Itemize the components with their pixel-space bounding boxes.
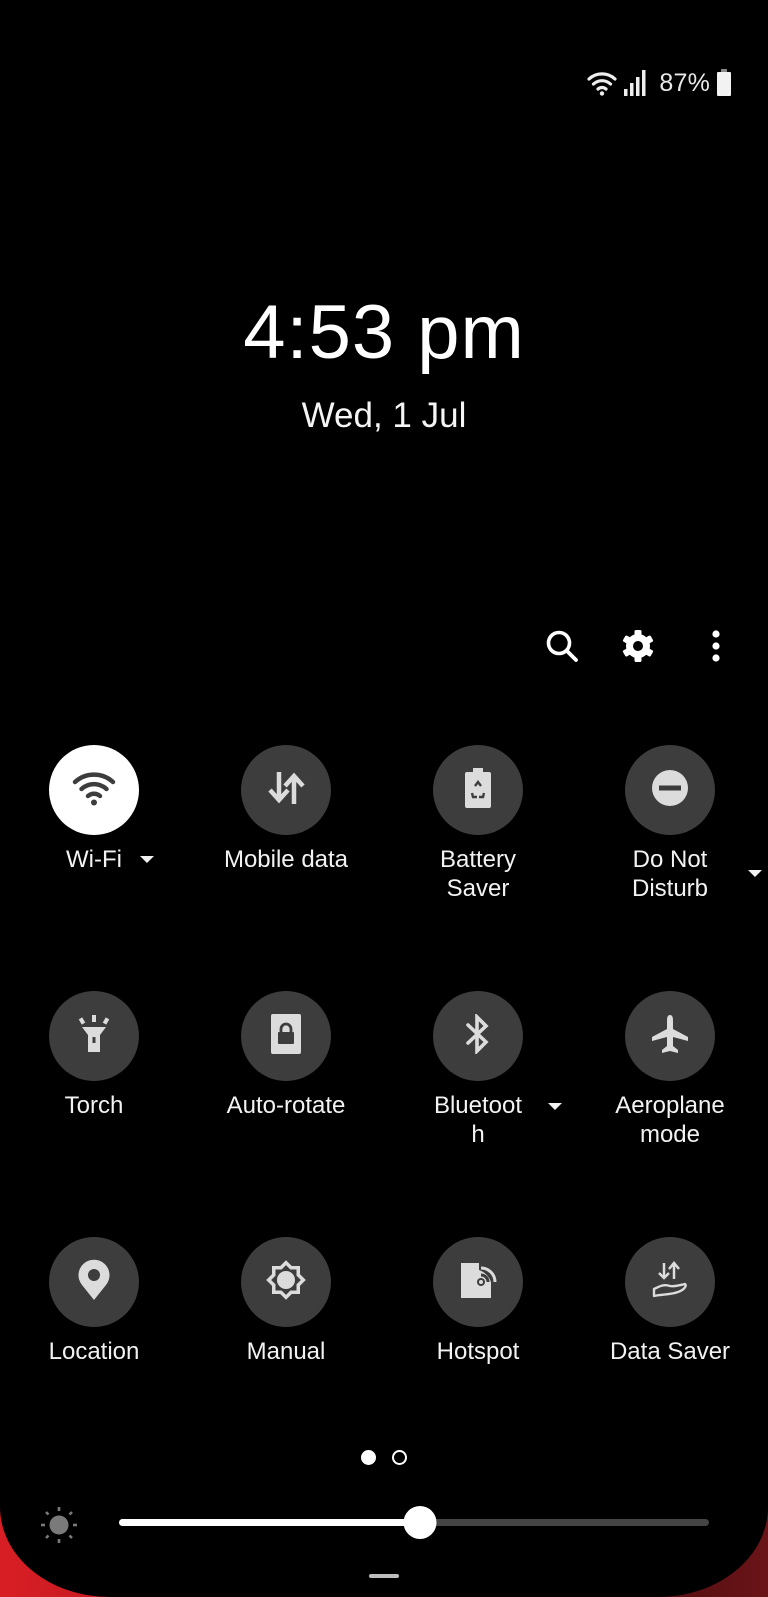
- data-saver-icon: [650, 1260, 690, 1305]
- quick-settings-toolbar: [0, 628, 768, 668]
- tile-bluetooth-toggle[interactable]: [433, 991, 523, 1081]
- panel-drag-handle[interactable]: [369, 1574, 399, 1578]
- tile-mobile-data-toggle[interactable]: [241, 745, 331, 835]
- tile-data-saver-toggle[interactable]: [625, 1237, 715, 1327]
- battery-saver-icon: [463, 767, 493, 814]
- tile-aeroplane-mode[interactable]: Aeroplane mode: [576, 991, 764, 1149]
- page-dot-1-active[interactable]: [361, 1450, 376, 1465]
- tile-manual-brightness-label: Manual: [246, 1338, 326, 1365]
- more-options-button[interactable]: [696, 628, 736, 668]
- battery-icon: [716, 69, 732, 97]
- brightness-slider-track[interactable]: [119, 1506, 709, 1539]
- tile-do-not-disturb-label-line1: Do Not: [632, 846, 708, 873]
- brightness-manual-icon: [264, 1258, 308, 1307]
- tile-data-saver-label: Data Saver: [609, 1338, 731, 1365]
- tile-torch[interactable]: Torch: [0, 991, 188, 1120]
- clock-time: 4:53 pm: [243, 290, 525, 375]
- wifi-dropdown-caret-icon[interactable]: [140, 856, 154, 863]
- tile-battery-saver[interactable]: Battery Saver: [384, 745, 572, 903]
- tile-auto-rotate-toggle[interactable]: [241, 991, 331, 1081]
- torch-icon: [77, 1014, 111, 1059]
- tile-aeroplane-mode-label-line1: Aeroplane: [615, 1092, 725, 1119]
- tile-wifi[interactable]: Wi-Fi: [0, 745, 188, 874]
- tile-bluetooth-label-line2: h: [471, 1121, 485, 1148]
- tile-data-saver[interactable]: Data Saver: [576, 1237, 764, 1366]
- tile-do-not-disturb-label-line2: Disturb: [631, 875, 709, 902]
- tile-do-not-disturb-toggle[interactable]: [625, 745, 715, 835]
- tile-battery-saver-label-line2: Saver: [446, 875, 510, 902]
- page-dot-2[interactable]: [392, 1450, 407, 1465]
- tile-mobile-data-label: Mobile data: [223, 846, 349, 873]
- settings-button[interactable]: [618, 628, 658, 668]
- brightness-slider-thumb[interactable]: [403, 1506, 437, 1539]
- tile-battery-saver-toggle[interactable]: [433, 745, 523, 835]
- tile-hotspot[interactable]: Hotspot: [384, 1237, 572, 1366]
- do-not-disturb-icon: [651, 769, 689, 812]
- clock-date: Wed, 1 Jul: [301, 396, 467, 435]
- tile-torch-label: Torch: [64, 1092, 124, 1119]
- settings-gear-icon: [620, 628, 656, 669]
- tile-aeroplane-mode-toggle[interactable]: [625, 991, 715, 1081]
- tile-aeroplane-mode-label-line2: mode: [639, 1121, 701, 1148]
- tile-auto-rotate[interactable]: Auto-rotate: [192, 991, 380, 1120]
- search-button[interactable]: [542, 628, 582, 668]
- tile-location-toggle[interactable]: [49, 1237, 139, 1327]
- tile-battery-saver-label-line1: Battery: [439, 846, 517, 873]
- brightness-sun-icon: [40, 1506, 78, 1549]
- tile-manual-brightness[interactable]: Manual: [192, 1237, 380, 1366]
- cellular-signal-icon: [623, 69, 647, 97]
- tile-location-label: Location: [48, 1338, 140, 1365]
- hotspot-icon: [459, 1260, 497, 1305]
- quick-settings-panel: 87% 4:53 pm Wed, 1 Jul Wi-Fi Mobile data…: [0, 0, 768, 1597]
- tile-hotspot-label: Hotspot: [436, 1338, 520, 1365]
- mobile-data-icon: [266, 768, 306, 813]
- tile-do-not-disturb[interactable]: Do Not Disturb: [576, 745, 764, 903]
- auto-rotate-lock-icon: [270, 1013, 302, 1060]
- search-icon: [544, 628, 580, 669]
- tile-auto-rotate-label: Auto-rotate: [226, 1092, 346, 1119]
- battery-percentage: 87%: [659, 68, 710, 97]
- tile-manual-brightness-toggle[interactable]: [241, 1237, 331, 1327]
- brightness-control: [0, 1500, 768, 1546]
- brightness-slider-fill: [119, 1519, 420, 1526]
- aeroplane-icon: [650, 1014, 690, 1059]
- tile-torch-toggle[interactable]: [49, 991, 139, 1081]
- wifi-icon: [71, 770, 117, 811]
- tile-hotspot-toggle[interactable]: [433, 1237, 523, 1327]
- tile-bluetooth-label-line1: Bluetoot: [433, 1092, 523, 1119]
- tile-location[interactable]: Location: [0, 1237, 188, 1366]
- page-indicator: [0, 1450, 768, 1465]
- more-options-icon: [710, 629, 722, 668]
- do-not-disturb-dropdown-caret-icon[interactable]: [748, 870, 762, 877]
- bluetooth-icon: [464, 1012, 492, 1059]
- wifi-icon: [587, 70, 617, 96]
- tile-mobile-data[interactable]: Mobile data: [192, 745, 380, 874]
- tile-bluetooth[interactable]: Bluetoot h: [384, 991, 572, 1149]
- status-bar: 87%: [587, 66, 732, 100]
- tile-wifi-toggle[interactable]: [49, 745, 139, 835]
- location-pin-icon: [77, 1259, 111, 1306]
- bluetooth-dropdown-caret-icon[interactable]: [548, 1103, 562, 1110]
